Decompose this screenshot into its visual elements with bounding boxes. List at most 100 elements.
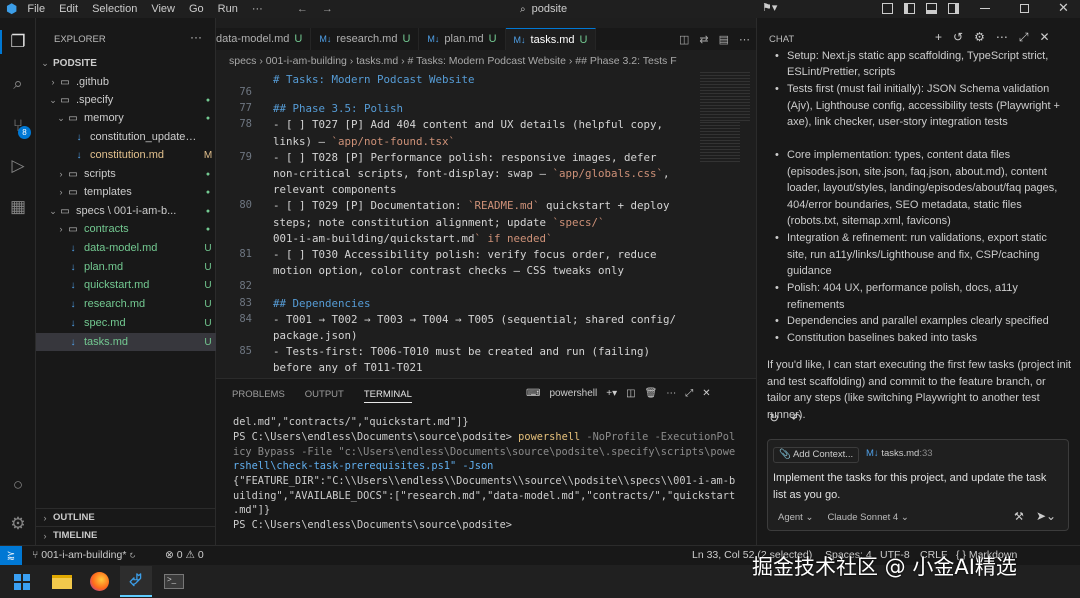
new-chat-icon[interactable]: +: [935, 30, 942, 45]
code-editor[interactable]: # Tasks: Modern Podcast Website 76 77 ## P…: [216, 72, 698, 378]
tab-data-model[interactable]: data-model.md U: [216, 28, 312, 50]
menu-go[interactable]: Go: [189, 3, 204, 15]
tab-tasks[interactable]: M↓ tasks.md U: [505, 28, 597, 50]
tree-folder-github[interactable]: › ▭ .github: [36, 73, 216, 91]
chat-settings-icon[interactable]: ⚙: [974, 30, 985, 45]
bottom-panel: PROBLEMS OUTPUT TERMINAL ⌨ powershell +▾…: [216, 378, 756, 545]
folder-icon: ▭: [60, 76, 70, 88]
split-editor-icon[interactable]: ◫: [679, 33, 689, 46]
vscode-logo-icon[interactable]: ⬢: [6, 1, 17, 17]
history-icon[interactable]: ↺: [953, 30, 963, 45]
vscode-taskbar-icon[interactable]: ⮰: [120, 566, 152, 597]
explorer-sidebar: EXPLORER ··· ⌄ PODSITE › ▭ .github ⌄ ▭ .spec…: [36, 18, 216, 545]
settings-gear-icon[interactable]: ⚙: [7, 513, 29, 535]
tree-file-constitution[interactable]: ↓ constitution.md M: [36, 146, 216, 164]
warning-icon: ⚠: [185, 549, 195, 561]
menu-file[interactable]: File: [27, 3, 45, 15]
more-actions-icon[interactable]: ⋯: [739, 33, 750, 46]
workspace-root[interactable]: ⌄ PODSITE: [36, 54, 216, 72]
search-view-icon[interactable]: ⌕: [7, 73, 29, 95]
tree-folder-specs[interactable]: ⌄ ▭ specs \ 001-i-am-b... ●: [36, 202, 216, 220]
minimap[interactable]: [698, 72, 754, 378]
open-preview-icon[interactable]: ▤: [719, 33, 729, 46]
problems-indicator[interactable]: ⊗ 0 ⚠ 0: [165, 549, 204, 561]
outline-section[interactable]: › OUTLINE: [36, 508, 216, 526]
extensions-icon[interactable]: ▦: [7, 196, 29, 218]
tree-folder-scripts[interactable]: › ▭ scripts ●: [36, 165, 216, 183]
breadcrumb[interactable]: specs › 001-i-am-building › tasks.md › #…: [216, 52, 756, 70]
retry-icon[interactable]: ↻: [769, 411, 779, 425]
menu-view[interactable]: View: [151, 3, 175, 15]
menu-edit[interactable]: Edit: [59, 3, 78, 15]
chat-maximize-icon[interactable]: ⤢: [1019, 30, 1029, 45]
tab-research[interactable]: M↓ research.md U: [311, 28, 420, 50]
terminal-taskbar-icon[interactable]: >_: [164, 574, 184, 589]
tab-plan[interactable]: M↓ plan.md U: [419, 28, 506, 50]
tab-terminal[interactable]: TERMINAL: [363, 389, 412, 403]
line-number: 84: [239, 312, 252, 325]
close-panel-icon[interactable]: ✕: [702, 388, 710, 399]
code-line: - [ ] T028 [P] Performance polish: respo…: [273, 150, 657, 164]
command-center[interactable]: ⌕ podsite: [520, 1, 710, 17]
chat-input-text[interactable]: Implement the tasks for this project, an…: [773, 470, 1053, 503]
restore-icon[interactable]: [1020, 4, 1029, 13]
compare-icon[interactable]: ⇄: [699, 33, 708, 46]
run-debug-icon[interactable]: ▷: [7, 155, 29, 177]
terminal-shell-label[interactable]: powershell: [549, 388, 597, 399]
tree-file-quickstart[interactable]: ↓ quickstart.md U: [36, 276, 216, 294]
close-window-icon[interactable]: ✕: [1058, 0, 1069, 16]
tree-folder-templates[interactable]: › ▭ templates ●: [36, 183, 216, 201]
forward-arrow-icon[interactable]: →: [322, 3, 333, 15]
windows-start-icon[interactable]: [14, 574, 30, 590]
tree-file-tasks[interactable]: ↓ tasks.md U: [36, 333, 216, 351]
tools-icon[interactable]: ⚒: [1014, 510, 1024, 523]
tree-file-data-model[interactable]: ↓ data-model.md U: [36, 239, 216, 257]
layout-toggle-icon[interactable]: [882, 3, 893, 14]
tab-output[interactable]: OUTPUT: [305, 389, 344, 403]
tree-file-plan[interactable]: ↓ plan.md U: [36, 258, 216, 276]
tree-folder-specify[interactable]: ⌄ ▭ .specify ●: [36, 91, 216, 109]
folder-icon: ▭: [68, 186, 78, 198]
undo-icon[interactable]: ↶: [791, 411, 801, 425]
kill-terminal-icon[interactable]: 🗑: [645, 388, 658, 399]
back-arrow-icon[interactable]: ←: [297, 3, 308, 15]
copilot-icon[interactable]: ⚑▾: [762, 1, 777, 14]
new-terminal-icon[interactable]: +▾: [606, 388, 617, 399]
line-number: 77: [239, 102, 252, 115]
chat-input-box[interactable]: 📎 Add Context... M↓ tasks.md:33 Implemen…: [767, 439, 1069, 531]
chat-close-icon[interactable]: ✕: [1039, 30, 1049, 45]
send-icon[interactable]: ➤⌄: [1036, 509, 1056, 523]
split-terminal-icon[interactable]: ◫: [626, 388, 635, 399]
maximize-panel-icon[interactable]: ⤢: [685, 388, 693, 399]
file-explorer-icon[interactable]: [52, 575, 72, 589]
context-file-chip[interactable]: M↓ tasks.md:33: [862, 447, 937, 463]
tree-folder-contracts[interactable]: › ▭ contracts ●: [36, 220, 216, 238]
menu-more[interactable]: ···: [252, 3, 263, 15]
sidebar-toggle-icon[interactable]: [904, 3, 915, 14]
chevron-right-icon: ›: [51, 77, 55, 87]
panel-toggle-icon[interactable]: [926, 3, 937, 14]
mode-picker[interactable]: Agent ⌄: [778, 512, 813, 523]
timeline-section[interactable]: › TIMELINE: [36, 526, 216, 544]
tree-folder-memory[interactable]: ⌄ ▭ memory ●: [36, 109, 216, 127]
explorer-icon[interactable]: ❐: [7, 31, 29, 53]
secondary-sidebar-toggle-icon[interactable]: [948, 3, 959, 14]
menu-run[interactable]: Run: [218, 3, 238, 15]
tree-file-constitution-update[interactable]: ↓ constitution_update_c...: [36, 128, 216, 146]
chat-more-icon[interactable]: ⋯: [996, 30, 1008, 45]
model-picker[interactable]: Claude Sonnet 4 ⌄: [827, 512, 908, 523]
code-line: non-critical scripts, font-display: swap…: [273, 167, 670, 180]
branch-indicator[interactable]: ⑂ 001-i-am-building* ↻: [32, 549, 136, 561]
editor-tabs: data-model.md U M↓ research.md U M↓ plan.md U…: [216, 28, 756, 50]
firefox-icon[interactable]: [90, 572, 109, 591]
explorer-more-button[interactable]: ···: [190, 30, 202, 44]
add-context-button[interactable]: 📎 Add Context...: [773, 447, 860, 463]
tree-file-spec[interactable]: ↓ spec.md U: [36, 314, 216, 332]
menu-selection[interactable]: Selection: [92, 3, 137, 15]
tree-file-research[interactable]: ↓ research.md U: [36, 295, 216, 313]
minimize-icon[interactable]: [980, 8, 990, 9]
remote-indicator[interactable]: ⪸: [0, 546, 22, 565]
account-icon[interactable]: ○: [7, 474, 29, 496]
tab-problems[interactable]: PROBLEMS: [232, 389, 285, 403]
terminal-more-icon[interactable]: ⋯: [666, 388, 676, 399]
